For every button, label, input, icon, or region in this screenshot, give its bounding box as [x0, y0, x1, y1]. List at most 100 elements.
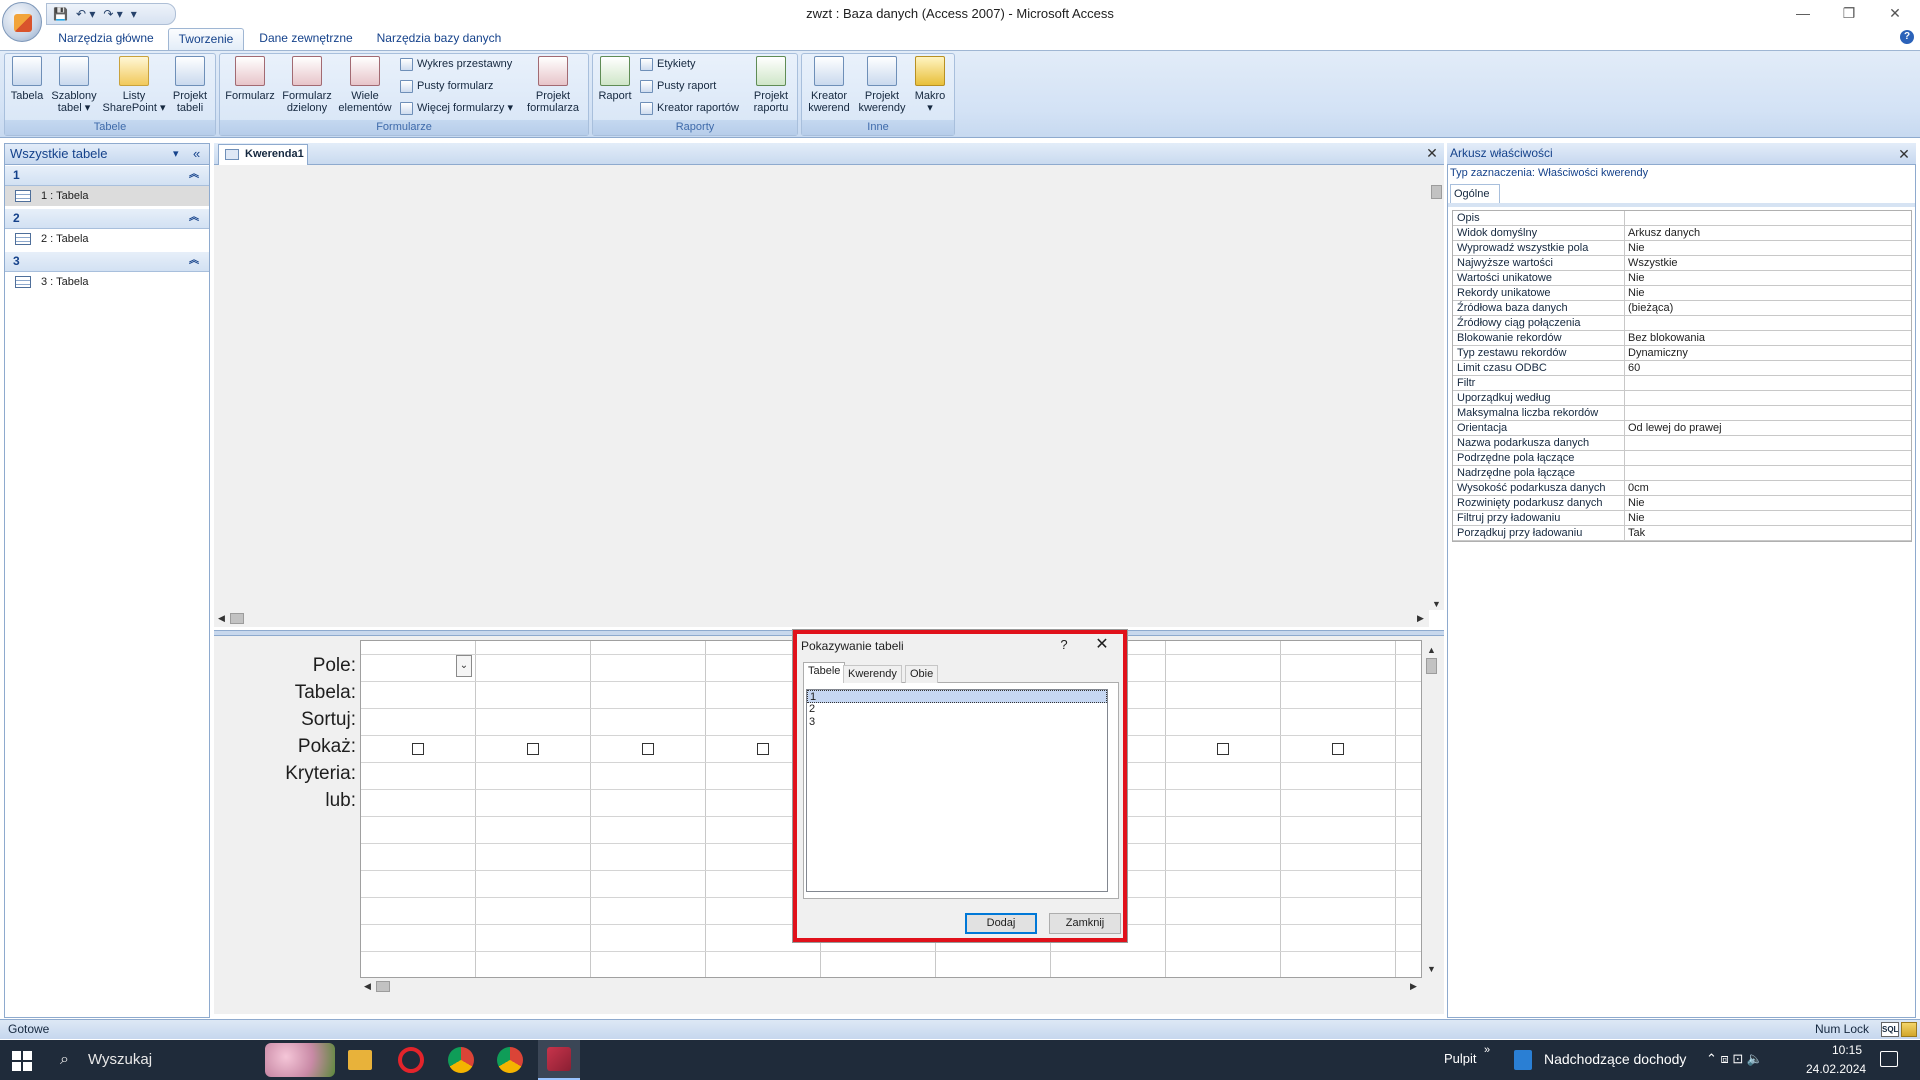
- property-row[interactable]: Maksymalna liczba rekordów: [1453, 406, 1911, 421]
- scroll-thumb[interactable]: [230, 613, 244, 624]
- property-value[interactable]: [1625, 391, 1911, 405]
- property-row[interactable]: Nazwa podarkusza danych: [1453, 436, 1911, 451]
- nav-dropdown-icon[interactable]: ▾: [173, 144, 179, 164]
- news-icon[interactable]: [1514, 1050, 1532, 1070]
- dialog-tab-tables[interactable]: Tabele: [803, 662, 846, 683]
- chrome-icon[interactable]: [448, 1047, 474, 1073]
- desktop-toolbar-label[interactable]: Pulpit: [1444, 1051, 1477, 1066]
- nav-group-2[interactable]: 2 ︽: [5, 209, 209, 229]
- office-button[interactable]: [2, 2, 42, 42]
- property-value[interactable]: [1625, 211, 1911, 225]
- more-forms-button[interactable]: Więcej formularzy ▾: [400, 99, 513, 117]
- nav-group-3[interactable]: 3 ︽: [5, 252, 209, 272]
- form-button[interactable]: Formularz: [222, 56, 278, 102]
- grid-column[interactable]: [476, 641, 591, 977]
- property-value[interactable]: Od lewej do prawej: [1625, 421, 1911, 435]
- labels-button[interactable]: Etykiety: [640, 55, 696, 73]
- scroll-left-icon[interactable]: ◀: [364, 981, 371, 992]
- close-document-icon[interactable]: ✕: [1424, 144, 1440, 162]
- document-tab-query1[interactable]: Kwerenda1: [218, 144, 308, 165]
- property-value[interactable]: Nie: [1625, 496, 1911, 510]
- property-row[interactable]: Widok domyślny Arkusz danych: [1453, 226, 1911, 241]
- pivot-chart-button[interactable]: Wykres przestawny: [400, 55, 512, 73]
- grid-column[interactable]: [591, 641, 706, 977]
- list-item[interactable]: 2: [807, 703, 1107, 716]
- chrome-profile-icon[interactable]: [497, 1047, 523, 1073]
- scroll-thumb[interactable]: [1426, 658, 1437, 674]
- property-value[interactable]: Bez blokowania: [1625, 331, 1911, 345]
- property-value[interactable]: [1625, 406, 1911, 420]
- table-design-area[interactable]: [214, 165, 1429, 625]
- property-value[interactable]: Tak: [1625, 526, 1911, 540]
- property-row[interactable]: Filtr: [1453, 376, 1911, 391]
- property-value[interactable]: [1625, 316, 1911, 330]
- list-item[interactable]: 3: [807, 716, 1107, 729]
- scroll-down-icon[interactable]: ▼: [1432, 599, 1441, 609]
- property-value[interactable]: Nie: [1625, 286, 1911, 300]
- list-item[interactable]: 1: [807, 690, 1107, 703]
- dialog-tab-both[interactable]: Obie: [905, 665, 939, 683]
- collapse-group-icon[interactable]: ︽: [189, 209, 199, 227]
- scroll-left-icon[interactable]: ◀: [218, 613, 225, 624]
- show-checkbox[interactable]: [757, 743, 769, 755]
- grid-vertical-scrollbar[interactable]: ▲ ▼: [1424, 640, 1439, 978]
- nav-item-table-2[interactable]: 2 : Tabela: [5, 229, 209, 249]
- show-checkbox[interactable]: [1332, 743, 1344, 755]
- start-windows-icon[interactable]: [12, 1051, 32, 1071]
- sql-view-button[interactable]: SQL: [1881, 1022, 1899, 1037]
- opera-icon[interactable]: [398, 1047, 424, 1073]
- scroll-thumb[interactable]: [1431, 185, 1442, 199]
- help-icon[interactable]: ?: [1900, 30, 1914, 44]
- nav-pane-header[interactable]: Wszystkie tabele ▾ «: [4, 143, 210, 165]
- property-value[interactable]: [1625, 451, 1911, 465]
- property-value[interactable]: 60: [1625, 361, 1911, 375]
- show-checkbox[interactable]: [642, 743, 654, 755]
- desktop-chevron-icon[interactable]: »: [1484, 1044, 1490, 1056]
- split-form-button[interactable]: Formularz dzielony: [280, 56, 334, 114]
- nav-group-1[interactable]: 1 ︽: [5, 166, 209, 186]
- blank-report-button[interactable]: Pusty raport: [640, 77, 716, 95]
- property-row[interactable]: Wyprowadź wszystkie pola Nie: [1453, 241, 1911, 256]
- multiple-items-button[interactable]: Wiele elementów: [336, 56, 394, 114]
- property-row[interactable]: Najwyższe wartości Wszystkie: [1453, 256, 1911, 271]
- show-checkbox[interactable]: [412, 743, 424, 755]
- taskbar-search[interactable]: ⌕ Wyszukaj: [52, 1040, 252, 1080]
- undo-icon[interactable]: ↶ ▾: [76, 7, 95, 21]
- clock-date[interactable]: 24.02.2024: [1806, 1062, 1866, 1076]
- property-row[interactable]: Nadrzędne pola łączące: [1453, 466, 1911, 481]
- collapse-group-icon[interactable]: ︽: [189, 252, 199, 270]
- grid-horizontal-scrollbar[interactable]: ◀ ▶: [360, 978, 1422, 995]
- property-row[interactable]: Filtruj przy ładowaniu Nie: [1453, 511, 1911, 526]
- dialog-close-button[interactable]: ✕: [1093, 636, 1111, 654]
- tab-home[interactable]: Narzędzia główne: [50, 28, 162, 50]
- table-button[interactable]: Tabela: [8, 56, 46, 102]
- property-row[interactable]: Porządkuj przy ładowaniu Tak: [1453, 526, 1911, 541]
- table-design-button[interactable]: Projekt tabeli: [168, 56, 212, 114]
- property-value[interactable]: Dynamiczny: [1625, 346, 1911, 360]
- grid-column[interactable]: [1166, 641, 1281, 977]
- query-design-button[interactable]: Projekt kwerendy: [856, 56, 908, 114]
- redo-icon[interactable]: ↷ ▾: [103, 7, 122, 21]
- property-value[interactable]: [1625, 376, 1911, 390]
- tab-database-tools[interactable]: Narzędzia bazy danych: [370, 28, 508, 50]
- access-taskbar-button[interactable]: [538, 1040, 580, 1080]
- customize-qat-icon[interactable]: ▾: [131, 7, 137, 21]
- close-window-button[interactable]: ✕: [1872, 0, 1918, 28]
- property-row[interactable]: Źródłowa baza danych (bieżąca): [1453, 301, 1911, 316]
- scroll-down-icon[interactable]: ▼: [1427, 964, 1436, 974]
- notification-icon[interactable]: [1880, 1051, 1898, 1067]
- tab-create[interactable]: Tworzenie: [168, 28, 244, 50]
- property-row[interactable]: Rozwinięty podarkusz danych Nie: [1453, 496, 1911, 511]
- property-row[interactable]: Wartości unikatowe Nie: [1453, 271, 1911, 286]
- dialog-tab-queries[interactable]: Kwerendy: [843, 665, 902, 683]
- query-wizard-button[interactable]: Kreator kwerend: [804, 56, 854, 114]
- sharepoint-lists-button[interactable]: Listy SharePoint ▾: [102, 56, 166, 114]
- tab-general[interactable]: Ogólne: [1450, 184, 1500, 203]
- tray-icons[interactable]: ⌃ ⧈ ⊡ 🔈: [1706, 1051, 1763, 1067]
- clock-time[interactable]: 10:15: [1832, 1043, 1862, 1057]
- design-view-icon[interactable]: [1901, 1022, 1917, 1037]
- property-value[interactable]: (bieżąca): [1625, 301, 1911, 315]
- restore-button[interactable]: ❐: [1826, 0, 1872, 28]
- form-design-button[interactable]: Projekt formularza: [524, 56, 582, 114]
- collapse-group-icon[interactable]: ︽: [189, 166, 199, 184]
